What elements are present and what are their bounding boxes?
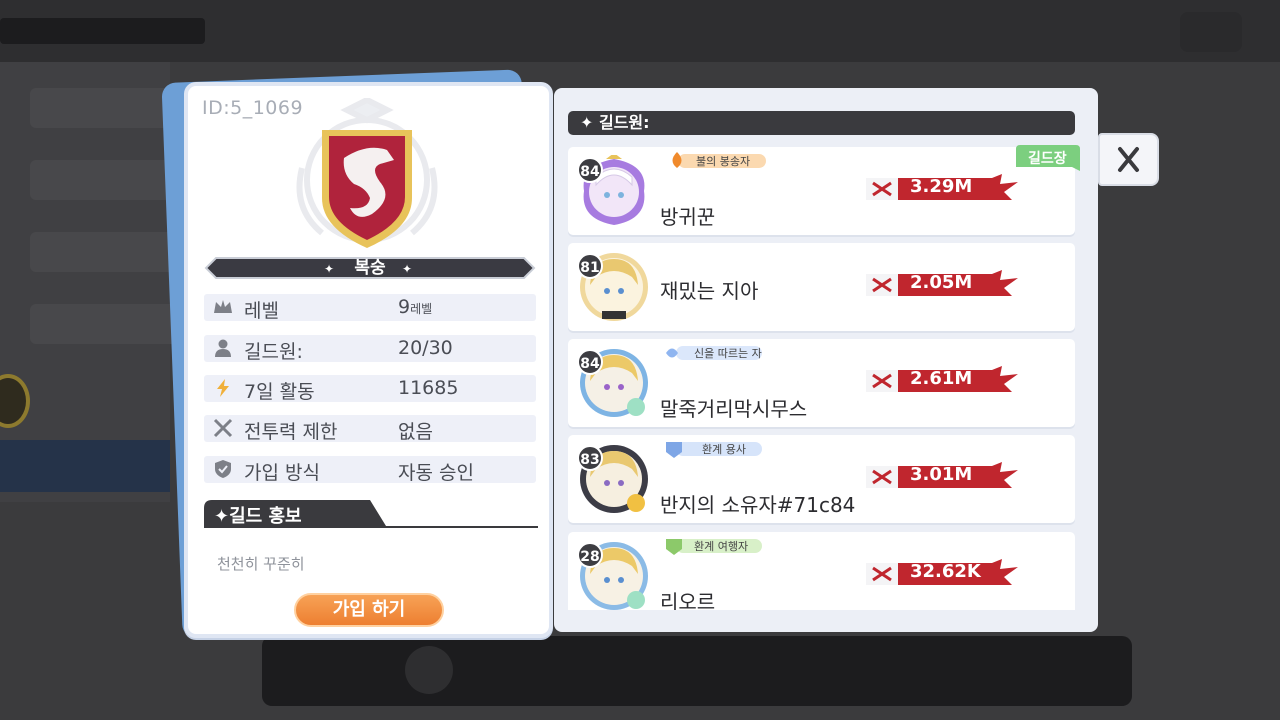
shield-check-icon [215,460,231,478]
leader-tag: 길드장 [1028,151,1067,167]
member-name: 반지의 소유자#71c84 [660,493,856,517]
promo-text: 천천히 꾸준히 [217,555,305,573]
info-label: 전투력 제한 [244,421,338,443]
info-label: 7일 활동 [244,381,315,403]
background-corner-button [1180,12,1242,52]
member-name: 리오르 [660,590,716,610]
info-value: 없음 [398,421,433,443]
info-label: 길드원: [244,341,303,363]
member-header-title: ✦ 길드원: [580,113,650,132]
person-icon [215,339,231,357]
info-label: 가입 방식 [244,462,320,484]
info-row-join-method: 가입 방식 자동 승인 [204,456,536,484]
member-row[interactable]: 81 재밌는 지아 2.05M [568,243,1075,331]
lightning-icon [217,379,229,397]
background-bottom-icon [405,646,453,694]
member-power: 3.01M [910,464,973,485]
info-row-level: 레벨 9레벨 [204,294,536,322]
member-title: 신을 따르는 자 [694,347,762,360]
guild-name: 복숭 [354,258,386,278]
background-row [30,160,180,200]
background-title [0,18,205,44]
member-row[interactable]: 84 불의 봉송자 방귀꾼 3.29M [568,147,1075,235]
info-row-members: 길드원: 20/30 [204,335,536,363]
member-power: 3.29M [910,176,973,197]
guild-crest [282,96,452,258]
info-row-power-limit: 전투력 제한 없음 [204,415,536,443]
promo-title: ✦길드 홍보 [214,506,302,527]
background-row [30,88,180,128]
level-value: 9 [398,296,411,318]
member-level: 84 [577,157,603,183]
crossed-swords-icon [213,418,233,438]
member-power: 2.61M [910,368,973,389]
info-value: 11685 [398,377,459,399]
member-level: 81 [577,253,603,279]
level-unit: 레벨 [410,302,433,316]
background-row [30,232,180,272]
member-title: 불의 봉송자 [696,155,751,168]
member-list[interactable]: 84 불의 봉송자 방귀꾼 3.29M 81 재밌는 지아 2.05M 84 신… [568,147,1075,610]
join-button[interactable]: 가입 하기 [294,593,444,627]
info-value: 9레벨 [398,296,432,318]
member-row[interactable]: 28 환계 여행자 리오르 32.62K [568,532,1075,610]
member-level: 84 [577,349,603,375]
background-bottom-bar [262,636,1132,706]
background-row [30,304,180,344]
member-row[interactable]: 84 신을 따르는 자 말죽거리막시무스 2.61M [568,339,1075,427]
info-value: 자동 승인 [398,462,474,484]
member-power: 2.05M [910,272,973,293]
member-level: 83 [577,445,603,471]
close-button[interactable] [1098,133,1159,186]
info-value: 20/30 [398,337,453,359]
member-name: 재밌는 지아 [660,279,759,303]
member-title: 환계 여행자 [694,540,749,553]
crown-icon [214,300,232,313]
member-name: 말죽거리막시무스 [660,397,808,421]
member-title: 환계 용사 [702,443,746,456]
member-name: 방귀꾼 [660,205,716,229]
info-label: 레벨 [244,300,279,322]
member-level: 28 [577,542,603,568]
close-icon [1118,147,1139,172]
info-row-activity: 7일 활동 11685 [204,375,536,403]
background-sidebar [0,62,170,502]
member-power: 32.62K [910,561,981,582]
background-selected-row [0,440,170,492]
member-row[interactable]: 83 환계 용사 반지의 소유자#71c84 3.01M [568,435,1075,523]
